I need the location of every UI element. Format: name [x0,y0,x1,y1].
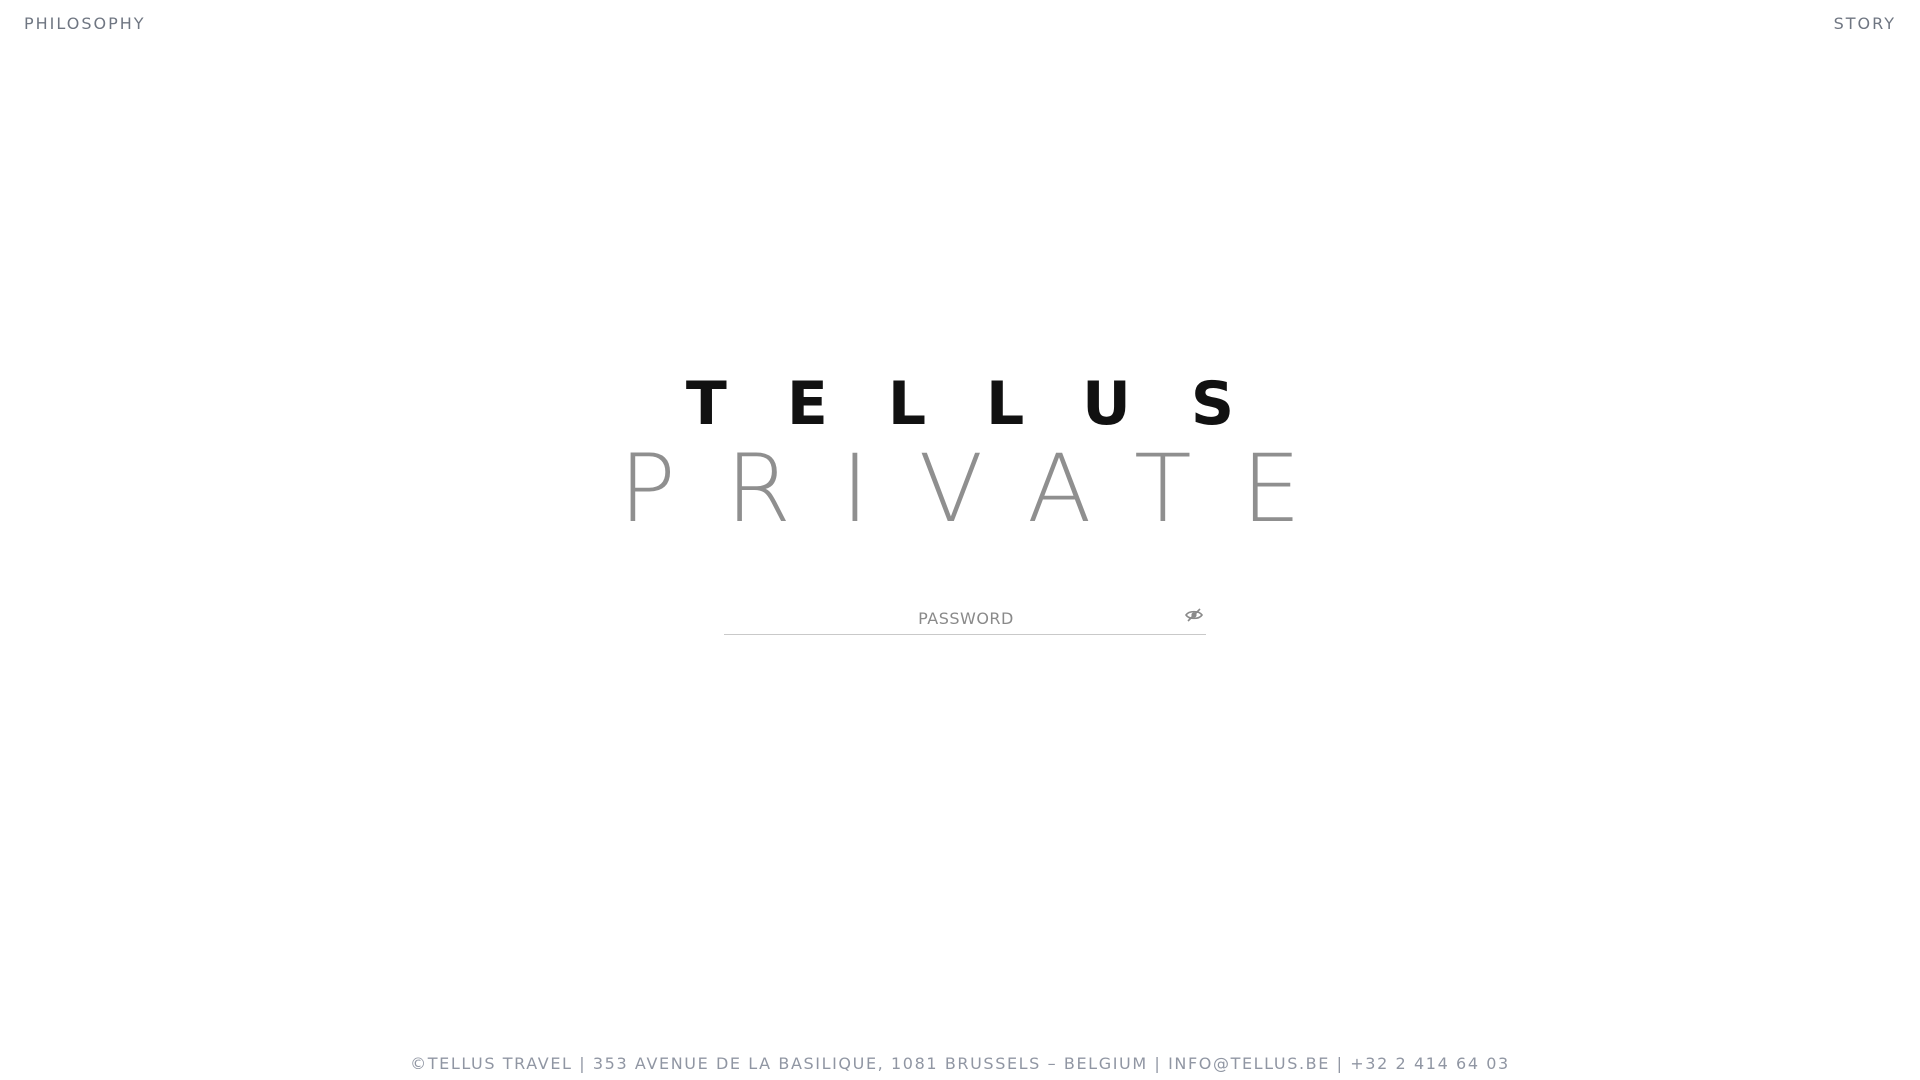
nav-philosophy-link[interactable]: PHILOSOPHY [24,14,146,34]
page: PHILOSOPHY STORY TELLUS PRIVATE ©TELLUS … [0,0,1920,1080]
nav-story-link[interactable]: STORY [1834,14,1896,34]
password-field [724,602,1206,635]
brand-title: TELLUS [685,369,1295,439]
password-input[interactable] [744,602,1188,634]
brand-subtitle: PRIVATE [619,435,1351,544]
eye-slash-icon[interactable] [1184,606,1204,624]
footer-contact-info: ©TELLUS TRAVEL | 353 AVENUE DE LA BASILI… [410,1054,1510,1073]
